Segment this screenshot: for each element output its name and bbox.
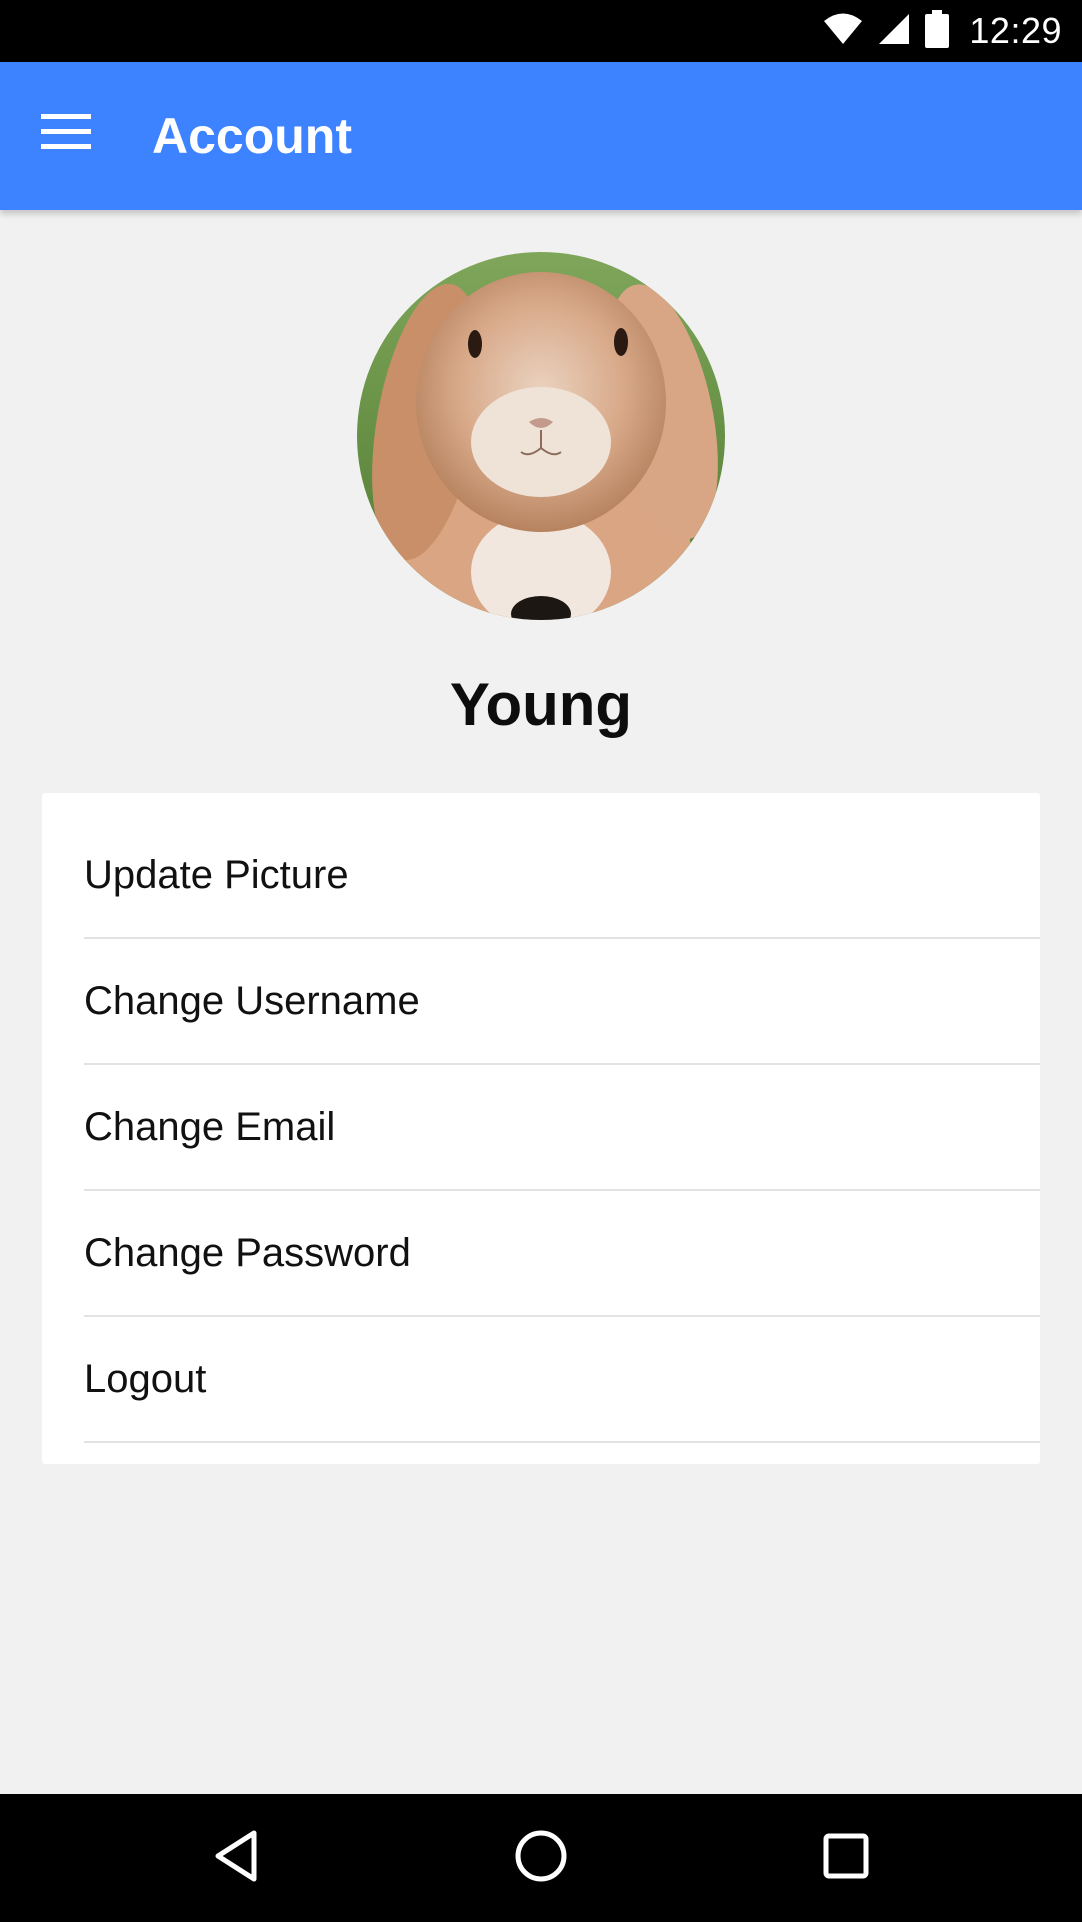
update-picture-item[interactable]: Update Picture bbox=[84, 793, 1040, 939]
menu-item-label: Change Email bbox=[84, 1104, 336, 1149]
account-menu: Update Picture Change Username Change Em… bbox=[42, 793, 1040, 1464]
menu-item-label: Update Picture bbox=[84, 852, 349, 897]
change-username-item[interactable]: Change Username bbox=[84, 939, 1040, 1065]
change-password-item[interactable]: Change Password bbox=[84, 1191, 1040, 1317]
menu-item-label: Change Password bbox=[84, 1230, 411, 1275]
menu-button[interactable] bbox=[22, 90, 110, 178]
menu-item-label: Logout bbox=[84, 1356, 207, 1401]
status-bar: 12:29 bbox=[0, 0, 1082, 62]
menu-item-label: Change Username bbox=[84, 978, 420, 1023]
app-bar: Account bbox=[0, 62, 1082, 210]
recents-button[interactable] bbox=[806, 1818, 886, 1898]
battery-icon bbox=[925, 9, 950, 53]
navigation-bar bbox=[0, 1794, 1082, 1922]
avatar[interactable] bbox=[357, 252, 725, 620]
wifi-icon bbox=[823, 12, 863, 51]
status-time: 12:29 bbox=[969, 10, 1062, 51]
back-button[interactable] bbox=[196, 1818, 276, 1898]
home-button[interactable] bbox=[501, 1818, 581, 1898]
recents-icon bbox=[822, 1832, 870, 1885]
logout-item[interactable]: Logout bbox=[84, 1317, 1040, 1443]
page-title: Account bbox=[152, 108, 352, 164]
home-icon bbox=[514, 1829, 568, 1888]
username: Young bbox=[449, 671, 633, 738]
hamburger-menu-icon bbox=[39, 112, 93, 157]
signal-icon bbox=[877, 12, 911, 51]
back-icon bbox=[212, 1829, 260, 1888]
rabbit-avatar-image bbox=[357, 252, 725, 620]
status-icons: 12:29 bbox=[823, 0, 1062, 62]
change-email-item[interactable]: Change Email bbox=[84, 1065, 1040, 1191]
